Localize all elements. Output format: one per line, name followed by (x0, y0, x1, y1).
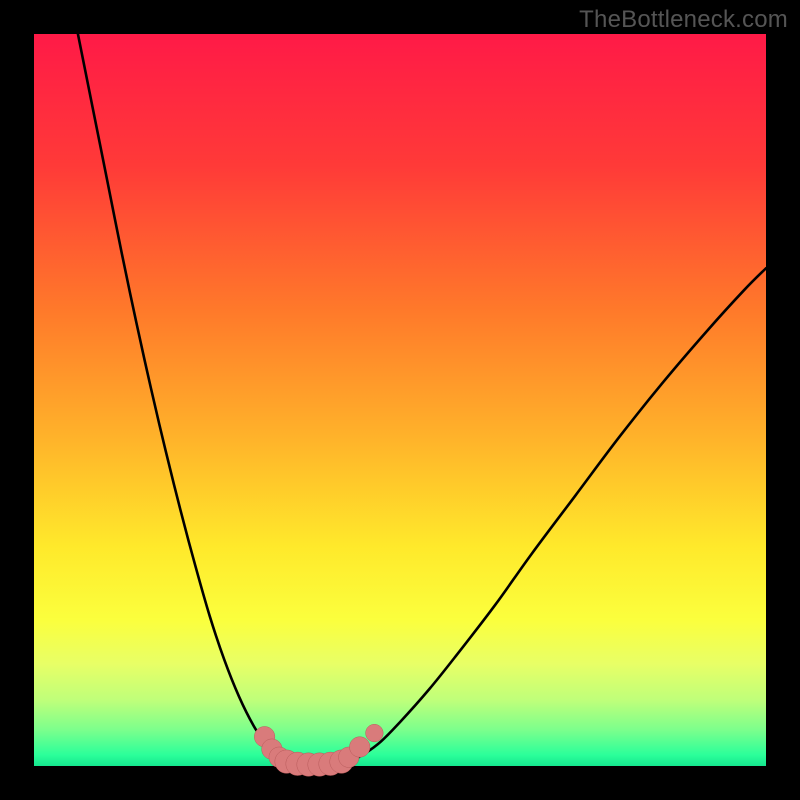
data-marker (366, 724, 384, 742)
curve-left-curve (78, 34, 290, 765)
chart-frame: TheBottleneck.com (0, 0, 800, 800)
curve-layer (34, 34, 766, 766)
watermark-text: TheBottleneck.com (579, 6, 788, 34)
data-marker (349, 737, 370, 758)
plot-area (34, 34, 766, 766)
curve-right-curve (341, 268, 766, 764)
